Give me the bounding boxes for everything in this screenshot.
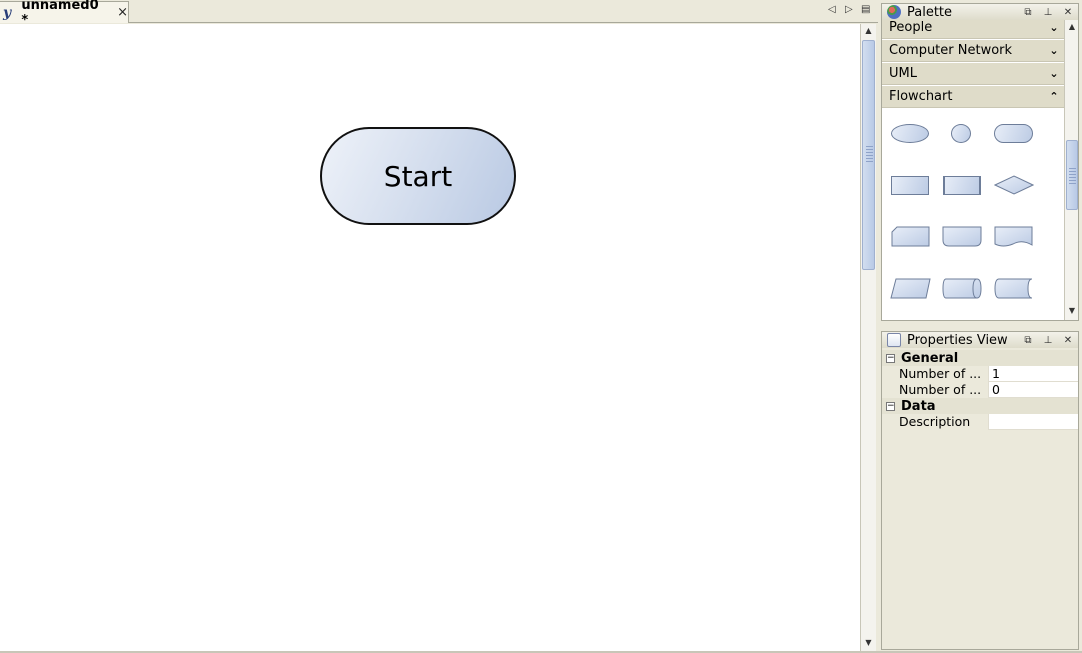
category-label: Computer Network [889, 43, 1013, 58]
scroll-down-icon[interactable]: ▼ [861, 636, 876, 650]
scroll-tabs-right-icon[interactable]: ▷ [845, 4, 853, 15]
close-panel-icon[interactable]: ✕ [1058, 7, 1078, 18]
category-label: UML [889, 66, 917, 81]
circle-shape[interactable] [951, 124, 971, 143]
pin-panel-icon[interactable]: ⊥ [1038, 7, 1058, 18]
scroll-grip-icon [866, 144, 873, 162]
collapse-section-icon[interactable]: − [886, 353, 895, 363]
category-label: People [889, 20, 933, 35]
properties-title: Properties View [907, 332, 1008, 348]
property-value[interactable]: 0 [988, 382, 1078, 398]
decision-shape[interactable] [994, 174, 1034, 196]
scroll-up-icon[interactable]: ▲ [861, 24, 876, 38]
predefined-process-shape[interactable] [943, 176, 981, 195]
property-row[interactable]: Number of ... 1 [882, 366, 1078, 382]
direct-data-shape[interactable] [942, 278, 983, 300]
expand-chevron-icon: ⌄ [1049, 44, 1059, 57]
properties-header: Properties View ⧉ ⊥ ✕ [881, 331, 1079, 349]
document-tab[interactable]: y unnamed0 * × [0, 0, 129, 28]
palette-category-people[interactable]: People ⌄ [882, 20, 1064, 39]
float-panel-icon[interactable]: ⧉ [1018, 335, 1038, 346]
graph-canvas[interactable]: Start [0, 24, 860, 651]
card-shape[interactable] [891, 226, 931, 248]
scroll-grip-icon [1069, 166, 1076, 184]
tab-list-icon[interactable]: ▤ [861, 4, 870, 15]
editor-tab-bar: y unnamed0 * × ◁ ▷ ▤ [0, 0, 878, 28]
scroll-tabs-left-icon[interactable]: ◁ [828, 4, 836, 15]
section-title: General [901, 350, 959, 366]
palette-header: Palette ⧉ ⊥ ✕ [881, 3, 1079, 21]
collapse-chevron-icon: ⌃ [1049, 90, 1059, 103]
off-page-connector-shape[interactable] [942, 226, 983, 248]
palette-icon [887, 5, 901, 19]
process-shape[interactable] [891, 176, 929, 195]
start-node[interactable]: Start [320, 127, 516, 225]
category-label: Flowchart [889, 89, 953, 104]
canvas-scroll-thumb[interactable] [862, 40, 875, 270]
property-row[interactable]: Number of ... 0 [882, 382, 1078, 398]
stored-data-shape[interactable] [994, 278, 1034, 300]
document-shape[interactable] [994, 226, 1034, 248]
data-shape[interactable] [890, 278, 932, 300]
ellipse-shape[interactable] [891, 124, 929, 143]
property-row[interactable]: Description [882, 414, 1078, 430]
palette-title: Palette [907, 4, 953, 20]
start-node-label: Start [383, 159, 453, 193]
property-value[interactable] [988, 414, 1078, 430]
property-name: Description [882, 414, 988, 430]
section-title: Data [901, 398, 936, 414]
close-tab-icon[interactable]: × [117, 5, 128, 20]
section-general[interactable]: − General [882, 350, 1078, 366]
palette-category-computer-network[interactable]: Computer Network ⌄ [882, 40, 1064, 62]
section-data[interactable]: − Data [882, 398, 1078, 414]
palette-category-flowchart[interactable]: Flowchart ⌃ [882, 86, 1064, 108]
expand-chevron-icon: ⌄ [1049, 21, 1059, 34]
palette-panel: People ⌄ Computer Network ⌄ UML ⌄ Flowch… [881, 20, 1079, 321]
palette-scroll-up-icon[interactable]: ▲ [1065, 20, 1078, 34]
canvas-vertical-scrollbar[interactable]: ▲ ▼ [860, 24, 876, 651]
properties-panel: − General Number of ... 1 Number of ... … [881, 348, 1079, 650]
expand-chevron-icon: ⌄ [1049, 67, 1059, 80]
palette-scroll-thumb[interactable] [1066, 140, 1078, 210]
float-panel-icon[interactable]: ⧉ [1018, 7, 1038, 18]
yed-app-icon: y [3, 4, 12, 21]
properties-icon [887, 333, 901, 347]
palette-scrollbar[interactable]: ▲ ▼ [1064, 20, 1078, 320]
close-panel-icon[interactable]: ✕ [1058, 335, 1078, 346]
flowchart-shapes-grid [882, 108, 1064, 320]
pin-panel-icon[interactable]: ⊥ [1038, 335, 1058, 346]
yed-application: y unnamed0 * × ◁ ▷ ▤ Start ▲ ▼ Palette ⧉… [0, 0, 1082, 653]
property-value[interactable]: 1 [988, 366, 1078, 382]
terminator-shape[interactable] [994, 124, 1033, 143]
property-name: Number of ... [882, 366, 988, 382]
collapse-section-icon[interactable]: − [886, 401, 895, 411]
palette-scroll-down-icon[interactable]: ▼ [1065, 304, 1078, 318]
palette-category-uml[interactable]: UML ⌄ [882, 63, 1064, 85]
property-name: Number of ... [882, 382, 988, 398]
